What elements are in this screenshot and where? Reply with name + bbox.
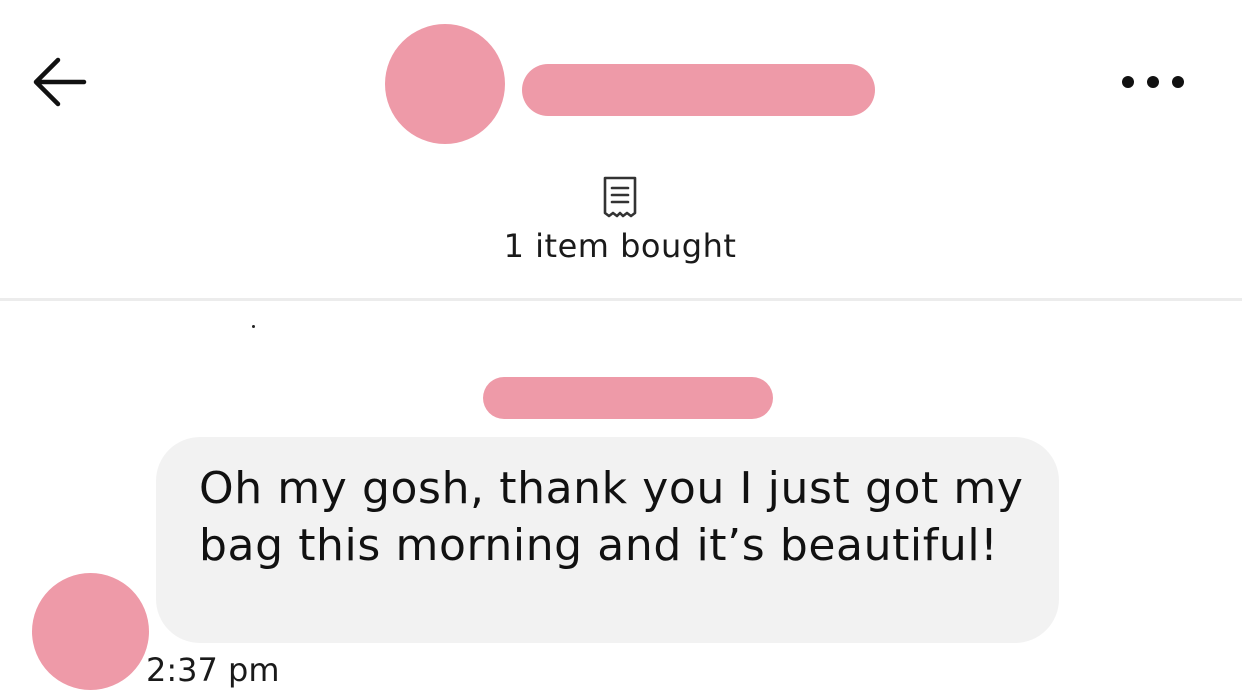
more-horizontal-icon: [1122, 76, 1184, 88]
more-options-button[interactable]: [1112, 62, 1194, 102]
contact-avatar[interactable]: [385, 24, 505, 144]
message-timestamp: 2:37 pm: [146, 651, 280, 689]
message-bubble[interactable]: Oh my gosh, thank you I just got my bag …: [156, 437, 1059, 643]
order-summary-link[interactable]: 1 item bought: [420, 170, 820, 270]
message-text: Oh my gosh, thank you I just got my bag …: [199, 463, 1024, 571]
contact-name-redaction: [522, 64, 875, 116]
back-button[interactable]: [28, 50, 92, 114]
header-divider: [0, 298, 1242, 301]
receipt-icon: [603, 176, 637, 218]
order-summary-label: 1 item bought: [503, 227, 737, 265]
sender-avatar[interactable]: [32, 573, 149, 690]
stray-dot: [252, 325, 255, 328]
date-separator-redaction: [483, 377, 773, 419]
arrow-left-icon: [33, 57, 87, 107]
